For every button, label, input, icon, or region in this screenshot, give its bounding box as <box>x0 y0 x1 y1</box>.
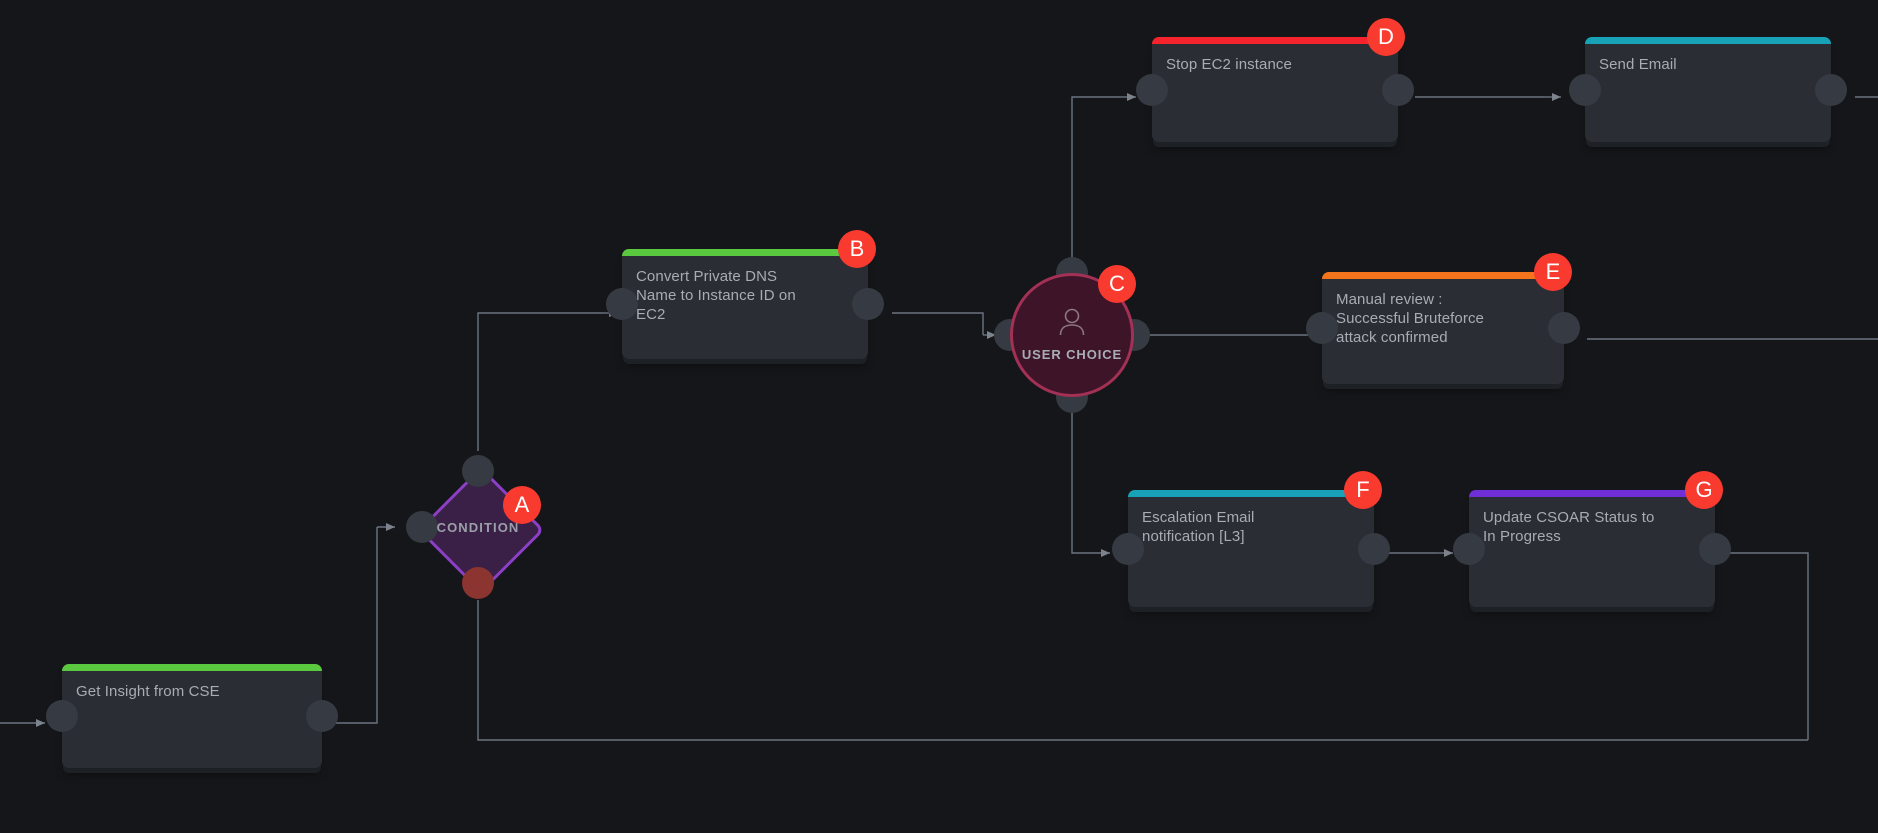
port-input[interactable] <box>1569 74 1601 106</box>
edge-convert-to-choice <box>892 313 983 335</box>
node-accent-bar <box>1152 37 1398 44</box>
port-output[interactable] <box>1815 74 1847 106</box>
step-badge-a: A <box>503 486 541 524</box>
node-accent-bar <box>1322 272 1564 279</box>
node-user-choice[interactable]: USER CHOICE C <box>1010 273 1134 397</box>
node-accent-bar <box>62 664 322 671</box>
port-output[interactable] <box>1382 74 1414 106</box>
node-accent-bar <box>622 249 868 256</box>
port-input[interactable] <box>1453 533 1485 565</box>
port-output[interactable] <box>306 700 338 732</box>
step-badge-c: C <box>1098 265 1136 303</box>
node-send-email[interactable]: Send Email <box>1585 37 1831 142</box>
workflow-canvas[interactable]: Get Insight from CSE CONDITION A Convert… <box>0 0 1878 833</box>
node-manual-review[interactable]: Manual review : Successful Bruteforce at… <box>1322 272 1564 384</box>
node-title: Send Email <box>1585 44 1831 74</box>
edge-condition-to-convert <box>478 313 602 451</box>
node-title: Escalation Email notification [L3] <box>1128 497 1374 546</box>
node-title: Update CSOAR Status to In Progress <box>1469 497 1715 546</box>
node-convert-private-dns-name[interactable]: Convert Private DNS Name to Instance ID … <box>622 249 868 359</box>
node-get-insight-from-cse[interactable]: Get Insight from CSE <box>62 664 322 768</box>
step-badge-d: D <box>1367 18 1405 56</box>
node-title: Get Insight from CSE <box>62 671 322 701</box>
person-icon <box>1057 308 1087 341</box>
edge-get-insight-to-condition <box>322 527 377 723</box>
edge-condition-false-rail <box>478 600 1808 740</box>
node-stop-ec2-instance[interactable]: Stop EC2 instance D <box>1152 37 1398 142</box>
edge-update-to-rail <box>1730 553 1808 740</box>
port-output[interactable] <box>1358 533 1390 565</box>
port-output[interactable] <box>1548 312 1580 344</box>
port-input[interactable] <box>606 288 638 320</box>
node-accent-bar <box>1128 490 1374 497</box>
edge-choice-to-escalation <box>1072 400 1078 553</box>
port-input[interactable] <box>1112 533 1144 565</box>
node-title: USER CHOICE <box>1022 347 1122 362</box>
step-badge-g: G <box>1685 471 1723 509</box>
node-condition[interactable]: CONDITION A <box>419 468 537 586</box>
node-title: Manual review : Successful Bruteforce at… <box>1322 279 1564 347</box>
node-accent-bar <box>1469 490 1715 497</box>
port-input[interactable] <box>1306 312 1338 344</box>
port-output[interactable] <box>1699 533 1731 565</box>
edge-choice-to-stop-ec2 <box>1072 97 1120 271</box>
node-accent-bar <box>1585 37 1831 44</box>
node-escalation-email-notification[interactable]: Escalation Email notification [L3] F <box>1128 490 1374 607</box>
node-update-csoar-status[interactable]: Update CSOAR Status to In Progress G <box>1469 490 1715 607</box>
node-title: Convert Private DNS Name to Instance ID … <box>622 256 868 324</box>
step-badge-b: B <box>838 230 876 268</box>
port-input[interactable] <box>46 700 78 732</box>
port-output[interactable] <box>852 288 884 320</box>
port-input[interactable] <box>1136 74 1168 106</box>
step-badge-e: E <box>1534 253 1572 291</box>
step-badge-f: F <box>1344 471 1382 509</box>
node-title: Stop EC2 instance <box>1152 44 1398 74</box>
